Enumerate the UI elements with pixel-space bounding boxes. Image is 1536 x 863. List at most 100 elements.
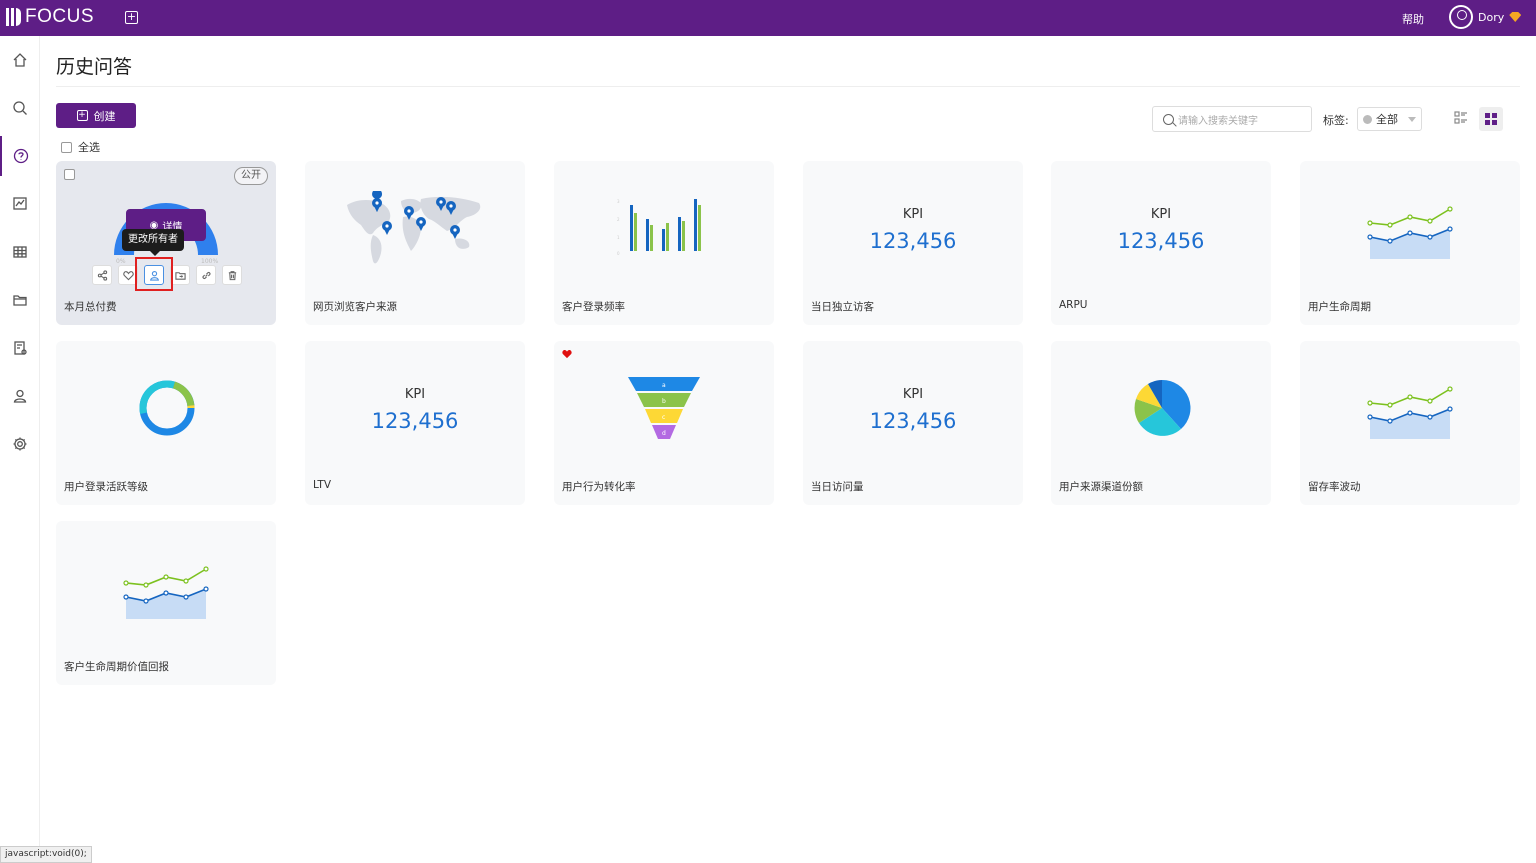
card-daily-visits[interactable]: KPI 123,456 当日访问量 (803, 341, 1023, 505)
card-login-activity-level[interactable]: 用户登录活跃等级 (56, 341, 276, 505)
svg-text:1: 1 (617, 235, 620, 240)
select-all-checkbox[interactable] (61, 141, 72, 153)
create-button[interactable]: + 创建 (56, 103, 136, 128)
title-divider (56, 86, 1520, 87)
card-web-visitor-source[interactable]: 网页浏览客户来源 (305, 161, 525, 325)
kpi-value: 123,456 (1117, 229, 1205, 253)
brand-name: FOCUS (25, 6, 94, 27)
sidebar-item-question[interactable] (0, 136, 40, 176)
task-settings-icon (14, 341, 27, 355)
link-button[interactable] (196, 265, 216, 285)
funnel-label: c (662, 414, 665, 421)
favorite-heart-icon (562, 349, 572, 359)
kpi-value: 123,456 (869, 409, 957, 433)
search-placeholder: 请输入搜索关键字 (1178, 115, 1258, 127)
funnel-label: b (662, 398, 666, 405)
tag-filter-value: 全部 (1376, 113, 1398, 126)
trash-icon (228, 270, 236, 280)
sidebar (0, 36, 40, 863)
card-title: 客户登录频率 (562, 301, 625, 313)
kpi-label: KPI (1150, 207, 1172, 222)
card-monthly-payment[interactable]: 公开 0% 100% ◉ 详情 更改所有者 本月总付费 (56, 161, 276, 325)
sidebar-item-chart[interactable] (0, 184, 40, 224)
list-view-icon[interactable] (1453, 110, 1469, 126)
card-user-conversion-rate[interactable]: a b c d 用户行为转化率 (554, 341, 774, 505)
sidebar-item-tasks[interactable] (0, 328, 40, 368)
kpi-value: 123,456 (869, 229, 957, 253)
status-bar: javascript:void(0); (0, 846, 92, 863)
card-retention-fluctuation[interactable]: 留存率波动 (1300, 341, 1520, 505)
search-input[interactable]: 请输入搜索关键字 (1152, 106, 1312, 132)
line-chart (123, 566, 209, 619)
plus-icon: + (76, 110, 88, 121)
gauge-min-label: 0% (116, 258, 126, 265)
logo-bars-icon (6, 8, 21, 26)
page-title: 历史问答 (56, 56, 133, 78)
share-button[interactable] (92, 265, 112, 285)
kpi-label: KPI (902, 387, 924, 402)
share-icon (97, 269, 107, 281)
select-all-label: 全选 (78, 141, 100, 154)
funnel-chart: a b c d (628, 377, 700, 439)
card-title: LTV (313, 479, 332, 491)
folder-icon (13, 295, 27, 306)
kpi-value: 123,456 (371, 409, 459, 433)
pie-chart (1134, 379, 1191, 436)
add-tab-button[interactable]: + (125, 11, 138, 24)
user-menu[interactable]: Dory (1449, 5, 1522, 29)
create-button-label: 创建 (93, 109, 116, 123)
line-chart (1367, 386, 1453, 439)
card-daily-unique-visitors[interactable]: KPI 123,456 当日独立访客 (803, 161, 1023, 325)
tag-dot-icon (1363, 114, 1372, 124)
delete-button[interactable] (222, 265, 242, 285)
card-customer-ltv-return[interactable]: 客户生命周期价值回报 (56, 521, 276, 685)
card-checkbox[interactable] (64, 169, 75, 180)
change-owner-tooltip: 更改所有者 (122, 229, 184, 256)
card-channel-share[interactable]: 用户来源渠道份额 (1051, 341, 1271, 505)
line-chart (1367, 206, 1453, 259)
sidebar-item-table[interactable] (0, 232, 40, 272)
donut-chart (139, 380, 195, 436)
svg-text:2: 2 (617, 217, 620, 222)
chart-icon (13, 197, 27, 210)
funnel-label: a (662, 382, 666, 389)
username: Dory (1478, 10, 1505, 24)
gauge-max-label: 100% (201, 258, 218, 265)
card-title: 本月总付费 (64, 301, 117, 313)
select-all[interactable]: 全选 (61, 139, 100, 155)
link-icon (201, 271, 211, 279)
top-bar: FOCUS + 帮助 Dory (0, 0, 1536, 36)
tag-filter-select[interactable]: 全部 (1357, 107, 1422, 131)
user-icon (13, 389, 27, 403)
sidebar-item-search[interactable] (0, 88, 40, 128)
focus-logo[interactable]: FOCUS (6, 6, 94, 28)
card-title: 当日访问量 (811, 481, 864, 493)
chevron-down-icon (1408, 117, 1416, 122)
sidebar-item-home[interactable] (0, 40, 40, 80)
card-title: 当日独立访客 (811, 301, 874, 313)
card-login-frequency[interactable]: 3 2 1 0 客户登录频率 (554, 161, 774, 325)
main-content: 历史问答 + 创建 全选 请输入搜索关键字 标签: 全部 公开 0% 100% … (40, 36, 1536, 863)
sidebar-item-folder[interactable] (0, 280, 40, 320)
help-link[interactable]: 帮助 (1402, 11, 1424, 27)
world-map-chart (347, 191, 481, 264)
card-title: 网页浏览客户来源 (313, 301, 397, 313)
card-title: ARPU (1059, 299, 1088, 311)
search-icon (1163, 113, 1174, 125)
bar-chart: 3 2 1 0 (617, 199, 701, 256)
search-icon (13, 101, 27, 115)
card-user-lifecycle[interactable]: 用户生命周期 (1300, 161, 1520, 325)
card-ltv[interactable]: KPI 123,456 LTV (305, 341, 525, 505)
grid-view-icon[interactable] (1479, 107, 1503, 131)
sidebar-item-settings[interactable] (0, 424, 40, 464)
question-icon (13, 148, 29, 164)
tag-filter-label: 标签: (1323, 114, 1349, 127)
public-badge: 公开 (234, 167, 268, 185)
home-icon (13, 53, 27, 67)
card-title: 留存率波动 (1308, 481, 1361, 493)
card-arpu[interactable]: KPI 123,456 ARPU (1051, 161, 1271, 325)
move-folder-button[interactable] (170, 265, 190, 285)
vip-badge-icon (1509, 12, 1522, 22)
sidebar-item-user[interactable] (0, 376, 40, 416)
folder-move-icon (174, 271, 186, 280)
